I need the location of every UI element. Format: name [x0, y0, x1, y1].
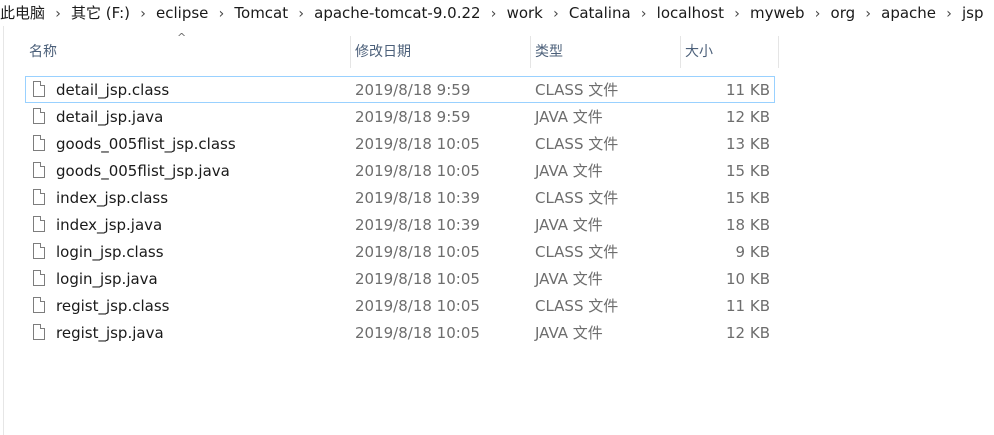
file-name: index_jsp.java: [56, 216, 163, 234]
file-type: JAVA 文件: [535, 216, 603, 234]
file-row[interactable]: regist_jsp.java 2019/8/18 10:05 JAVA 文件 12 …: [25, 319, 775, 346]
column-header-row: 名称 ^ 修改日期 类型 大小: [4, 32, 779, 68]
breadcrumb-item[interactable]: apache: [877, 0, 940, 26]
file-name: login_jsp.class: [56, 243, 164, 261]
file-icon: [33, 324, 45, 340]
file-row[interactable]: login_jsp.java 2019/8/18 10:05 JAVA 文件 10 K…: [25, 265, 775, 292]
sort-ascending-icon: ^: [177, 31, 187, 44]
file-modified-date: 2019/8/18 10:05: [355, 162, 480, 180]
file-modified-date: 2019/8/18 10:05: [355, 243, 480, 261]
file-type: CLASS 文件: [535, 189, 619, 207]
file-type: CLASS 文件: [535, 135, 619, 153]
chevron-right-icon[interactable]: ›: [635, 1, 653, 26]
file-row[interactable]: login_jsp.class 2019/8/18 10:05 CLASS 文件 9 …: [25, 238, 775, 265]
breadcrumb-item[interactable]: Tomcat: [230, 0, 292, 26]
breadcrumb-item[interactable]: myweb: [746, 0, 809, 26]
file-size: 18 KB: [726, 216, 770, 234]
file-type: JAVA 文件: [535, 162, 603, 180]
file-size: 12 KB: [726, 324, 770, 342]
column-header-type[interactable]: 类型: [531, 36, 681, 68]
file-size: 12 KB: [726, 108, 770, 126]
file-icon: [33, 297, 45, 313]
chevron-right-icon[interactable]: ›: [728, 1, 746, 26]
column-header-size-label: 大小: [685, 44, 713, 60]
chevron-right-icon[interactable]: ›: [940, 1, 958, 26]
column-header-size[interactable]: 大小: [681, 36, 779, 68]
column-header-name[interactable]: 名称 ^: [4, 32, 351, 68]
breadcrumb-item[interactable]: Catalina: [565, 0, 635, 26]
chevron-right-icon[interactable]: ›: [809, 1, 827, 26]
breadcrumb-item[interactable]: localhost: [653, 0, 728, 26]
file-row[interactable]: regist_jsp.class 2019/8/18 10:05 CLASS 文件 1…: [25, 292, 775, 319]
breadcrumb-track: 此电脑 › 其它 (F:) › eclipse › Tomcat › apache-tomcat…: [0, 0, 988, 26]
file-row[interactable]: index_jsp.java 2019/8/18 10:39 JAVA 文件 18 K…: [25, 211, 775, 238]
file-icon: [33, 135, 45, 151]
file-row[interactable]: index_jsp.class 2019/8/18 10:39 CLASS 文件 15…: [25, 184, 775, 211]
file-modified-date: 2019/8/18 10:05: [355, 297, 480, 315]
file-name: login_jsp.java: [56, 270, 158, 288]
file-modified-date: 2019/8/18 10:39: [355, 189, 480, 207]
file-type: CLASS 文件: [535, 297, 619, 315]
column-header-date[interactable]: 修改日期: [351, 36, 531, 68]
file-icon: [33, 270, 45, 286]
file-row[interactable]: goods_005flist_jsp.java 2019/8/18 10:05 JA…: [25, 157, 775, 184]
file-size: 10 KB: [726, 270, 770, 288]
file-modified-date: 2019/8/18 10:05: [355, 270, 480, 288]
chevron-right-icon[interactable]: ›: [859, 1, 877, 26]
file-name: goods_005flist_jsp.class: [56, 135, 236, 153]
file-type: CLASS 文件: [535, 81, 619, 99]
chevron-right-icon[interactable]: ›: [547, 1, 565, 26]
column-header-date-label: 修改日期: [355, 44, 411, 60]
chevron-right-icon[interactable]: ›: [134, 1, 152, 26]
file-modified-date: 2019/8/18 9:59: [355, 81, 471, 99]
file-size: 13 KB: [726, 135, 770, 153]
file-row[interactable]: detail_jsp.java 2019/8/18 9:59 JAVA 文件 12 K…: [25, 103, 775, 130]
file-name: detail_jsp.class: [56, 81, 170, 99]
file-type: CLASS 文件: [535, 243, 619, 261]
file-size: 11 KB: [726, 81, 770, 99]
breadcrumb-item[interactable]: 此电脑: [0, 0, 49, 26]
breadcrumb-item[interactable]: 其它 (F:): [67, 0, 134, 26]
file-type: JAVA 文件: [535, 270, 603, 288]
file-icon: [33, 243, 45, 259]
file-size: 11 KB: [726, 297, 770, 315]
column-header-name-label: 名称: [29, 44, 57, 60]
file-name: detail_jsp.java: [56, 108, 164, 126]
file-modified-date: 2019/8/18 9:59: [355, 108, 471, 126]
file-name: regist_jsp.java: [56, 324, 164, 342]
breadcrumb-item[interactable]: work: [503, 0, 547, 26]
chevron-right-icon[interactable]: ›: [49, 1, 67, 26]
file-list-pane: 名称 ^ 修改日期 类型 大小 detail_jsp.class 2019/8/1…: [3, 26, 994, 435]
file-modified-date: 2019/8/18 10:05: [355, 135, 480, 153]
breadcrumb-item[interactable]: apache-tomcat-9.0.22: [310, 0, 484, 26]
file-name: goods_005flist_jsp.java: [56, 162, 230, 180]
chevron-right-icon[interactable]: ›: [485, 1, 503, 26]
file-modified-date: 2019/8/18 10:39: [355, 216, 480, 234]
column-header-type-label: 类型: [535, 44, 563, 60]
file-row[interactable]: detail_jsp.class 2019/8/18 9:59 CLASS 文件 11…: [25, 76, 775, 103]
breadcrumb-item[interactable]: org: [827, 0, 860, 26]
file-type: JAVA 文件: [535, 108, 603, 126]
breadcrumb-item[interactable]: eclipse: [152, 0, 212, 26]
file-icon: [33, 216, 45, 232]
file-rows: detail_jsp.class 2019/8/18 9:59 CLASS 文件 11…: [25, 76, 775, 346]
file-type: JAVA 文件: [535, 324, 603, 342]
file-name: regist_jsp.class: [56, 297, 170, 315]
file-icon: [33, 162, 45, 178]
file-icon: [33, 108, 45, 124]
breadcrumb: 此电脑 › 其它 (F:) › eclipse › Tomcat › apache-tomcat…: [0, 0, 994, 26]
chevron-right-icon[interactable]: ›: [212, 1, 230, 26]
breadcrumb-item[interactable]: jsp: [958, 0, 988, 26]
file-name: index_jsp.class: [56, 189, 169, 207]
file-modified-date: 2019/8/18 10:05: [355, 324, 480, 342]
chevron-right-icon[interactable]: ›: [292, 1, 310, 26]
file-size: 15 KB: [726, 189, 770, 207]
file-size: 15 KB: [726, 162, 770, 180]
file-row[interactable]: goods_005flist_jsp.class 2019/8/18 10:05 C…: [25, 130, 775, 157]
file-size: 9 KB: [735, 243, 770, 261]
file-icon: [33, 81, 45, 97]
file-icon: [33, 189, 45, 205]
